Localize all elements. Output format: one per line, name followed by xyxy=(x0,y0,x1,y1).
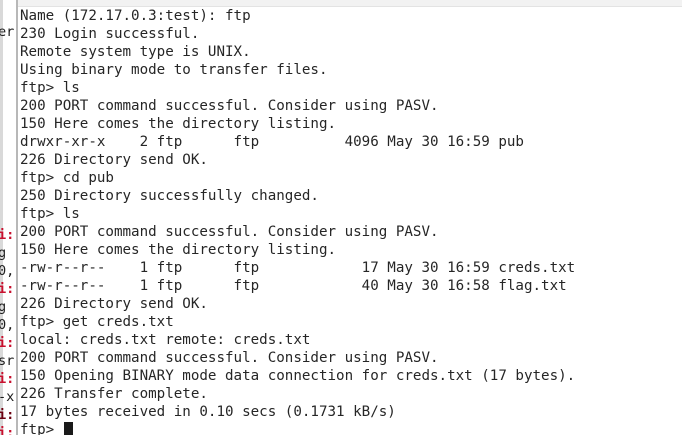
terminal-output: Name (172.17.0.3:test): ftp 230 Login su… xyxy=(20,7,575,435)
desktop: er i: g 0, i: g 0, i: sr i: -x i: i: Nam… xyxy=(0,0,682,435)
terminal-line: -rw-r--r-- 1 ftp ftp 17 May 30 16:59 cre… xyxy=(20,260,576,276)
terminal-line: 200 PORT command successful. Consider us… xyxy=(20,350,439,366)
ftp-terminal-window[interactable]: Name (172.17.0.3:test): ftp 230 Login su… xyxy=(18,0,682,435)
terminal-line: 150 Here comes the directory listing. xyxy=(20,116,337,132)
terminal-top-edge xyxy=(18,0,682,7)
background-text-fragment: i: xyxy=(0,425,15,435)
terminal-line: local: creds.txt remote: creds.txt xyxy=(20,332,311,348)
terminal-line: drwxr-xr-x 2 ftp ftp 4096 May 30 16:59 p… xyxy=(20,134,524,150)
ftp-prompt: ftp> xyxy=(20,422,63,435)
background-text-fragment: -x xyxy=(0,389,15,405)
background-text-fragment: g xyxy=(0,299,7,315)
background-text-fragment: i: xyxy=(0,281,15,297)
terminal-line: ftp> ls xyxy=(20,80,80,96)
terminal-line: 226 Transfer complete. xyxy=(20,386,208,402)
background-text-fragment: g xyxy=(0,245,7,261)
background-text-fragment: i: xyxy=(0,227,15,243)
terminal-line: -rw-r--r-- 1 ftp ftp 40 May 30 16:58 fla… xyxy=(20,278,567,294)
background-text-fragment: sr xyxy=(0,353,15,369)
background-text-fragment: er xyxy=(0,24,15,40)
terminal-line: Remote system type is UNIX. xyxy=(20,44,251,60)
terminal-input-line[interactable]: ftp> xyxy=(20,421,575,435)
terminal-line: 226 Directory send OK. xyxy=(20,296,208,312)
terminal-line: 200 PORT command successful. Consider us… xyxy=(20,98,439,114)
terminal-line: Using binary mode to transfer files. xyxy=(20,62,328,78)
terminal-line: Name (172.17.0.3:test): ftp xyxy=(20,8,251,24)
background-text-fragment: i: xyxy=(0,407,15,423)
background-text-fragment: 0, xyxy=(0,317,15,333)
terminal-line: 17 bytes received in 0.10 secs (0.1731 k… xyxy=(20,404,396,420)
terminal-line: 230 Login successful. xyxy=(20,26,200,42)
background-text-fragment: 0, xyxy=(0,263,15,279)
terminal-line: 226 Directory send OK. xyxy=(20,152,208,168)
background-terminal-window[interactable]: er i: g 0, i: g 0, i: sr i: -x i: i: xyxy=(0,0,16,435)
background-text-fragment: i: xyxy=(0,335,15,351)
terminal-line: 150 Opening BINARY mode data connection … xyxy=(20,368,576,384)
terminal-line: ftp> ls xyxy=(20,206,80,222)
terminal-line: 250 Directory successfully changed. xyxy=(20,188,319,204)
background-text-fragment: i: xyxy=(0,371,15,387)
terminal-line: ftp> get creds.txt xyxy=(20,314,174,330)
terminal-line: ftp> cd pub xyxy=(20,170,114,186)
terminal-line: 200 PORT command successful. Consider us… xyxy=(20,224,439,240)
terminal-line: 150 Here comes the directory listing. xyxy=(20,242,337,258)
text-cursor xyxy=(63,422,73,435)
